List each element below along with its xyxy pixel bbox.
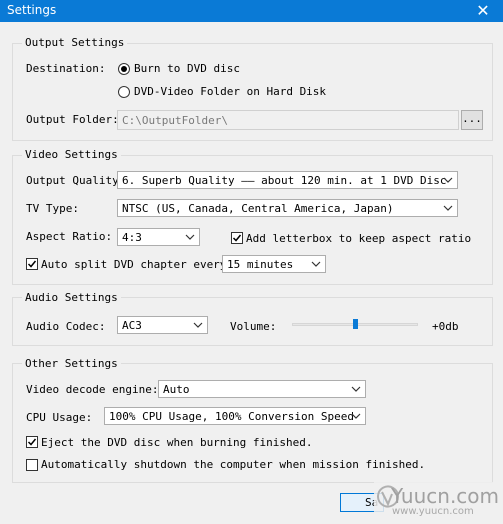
window-title: Settings bbox=[7, 3, 57, 17]
burn-dvd-radio[interactable] bbox=[118, 63, 130, 75]
chevron-down-icon bbox=[443, 177, 453, 183]
destination-label: Destination: bbox=[26, 62, 106, 75]
checkmark-icon bbox=[27, 438, 37, 446]
output-quality-select[interactable]: 6. Superb Quality —— about 120 min. at 1… bbox=[117, 171, 458, 189]
watermark-subtext: www.yuucn.com bbox=[392, 506, 474, 517]
decode-engine-value: Auto bbox=[163, 383, 190, 396]
auto-split-checkbox[interactable] bbox=[26, 258, 38, 270]
cpu-usage-label: CPU Usage: bbox=[26, 411, 93, 424]
tv-type-select[interactable]: NTSC (US, Canada, Central America, Japan… bbox=[117, 199, 458, 217]
output-quality-value: 6. Superb Quality —— about 120 min. at 1… bbox=[122, 174, 447, 187]
chevron-down-icon bbox=[443, 205, 453, 211]
chevron-down-icon bbox=[311, 261, 321, 267]
output-folder-value: C:\OutputFolder\ bbox=[122, 114, 228, 127]
other-settings-legend: Other Settings bbox=[22, 357, 121, 370]
cpu-usage-select[interactable]: 100% CPU Usage, 100% Conversion Speed bbox=[104, 407, 366, 425]
volume-value: +0db bbox=[432, 320, 459, 333]
chevron-down-icon bbox=[351, 386, 361, 392]
auto-split-value: 15 minutes bbox=[227, 258, 294, 271]
letterbox-checkbox[interactable] bbox=[231, 232, 243, 244]
eject-checkbox[interactable] bbox=[26, 436, 38, 448]
letterbox-label[interactable]: Add letterbox to keep aspect ratio bbox=[246, 232, 471, 245]
aspect-ratio-label: Aspect Ratio: bbox=[26, 230, 113, 243]
audio-codec-select[interactable]: AC3 bbox=[117, 316, 208, 334]
decode-engine-select[interactable]: Auto bbox=[158, 380, 366, 398]
tv-type-value: NTSC (US, Canada, Central America, Japan… bbox=[122, 202, 394, 215]
shutdown-label[interactable]: Automatically shutdown the computer when… bbox=[41, 458, 425, 471]
audio-codec-label: Audio Codec: bbox=[26, 320, 106, 333]
volume-slider-thumb[interactable] bbox=[352, 319, 358, 329]
audio-settings-legend: Audio Settings bbox=[22, 291, 121, 304]
decode-engine-label: Video decode engine: bbox=[26, 383, 159, 396]
video-settings-legend: Video Settings bbox=[22, 148, 121, 161]
aspect-ratio-select[interactable]: 4:3 bbox=[117, 228, 200, 246]
chevron-down-icon bbox=[185, 234, 195, 240]
radio-selected-dot bbox=[121, 66, 127, 72]
output-folder-field[interactable]: C:\OutputFolder\ bbox=[117, 110, 459, 130]
cpu-usage-value: 100% CPU Usage, 100% Conversion Speed bbox=[109, 410, 355, 423]
browse-label: ... bbox=[462, 112, 482, 125]
eject-label[interactable]: Eject the DVD disc when burning finished… bbox=[41, 436, 313, 449]
output-quality-label: Output Quality: bbox=[26, 174, 126, 187]
shutdown-checkbox[interactable] bbox=[26, 459, 38, 471]
audio-codec-value: AC3 bbox=[122, 319, 142, 332]
burn-dvd-label[interactable]: Burn to DVD disc bbox=[134, 62, 240, 75]
aspect-ratio-value: 4:3 bbox=[122, 231, 142, 244]
watermark-text: Yuucn.com bbox=[391, 484, 500, 508]
dvd-folder-radio[interactable] bbox=[118, 86, 130, 98]
auto-split-label[interactable]: Auto split DVD chapter every bbox=[41, 258, 226, 271]
auto-split-select[interactable]: 15 minutes bbox=[222, 255, 326, 273]
volume-label: Volume: bbox=[230, 320, 277, 333]
output-folder-label: Output Folder: bbox=[26, 113, 119, 126]
output-settings-legend: Output Settings bbox=[22, 36, 128, 49]
close-icon[interactable]: ✕ bbox=[473, 0, 493, 22]
browse-button[interactable]: ... bbox=[461, 110, 483, 130]
checkmark-icon bbox=[27, 260, 37, 268]
chevron-down-icon bbox=[193, 322, 203, 328]
title-bar: Settings ✕ bbox=[0, 0, 503, 22]
checkmark-icon bbox=[232, 234, 242, 242]
dvd-folder-label[interactable]: DVD-Video Folder on Hard Disk bbox=[134, 85, 326, 98]
chevron-down-icon bbox=[351, 413, 361, 419]
tv-type-label: TV Type: bbox=[26, 202, 79, 215]
